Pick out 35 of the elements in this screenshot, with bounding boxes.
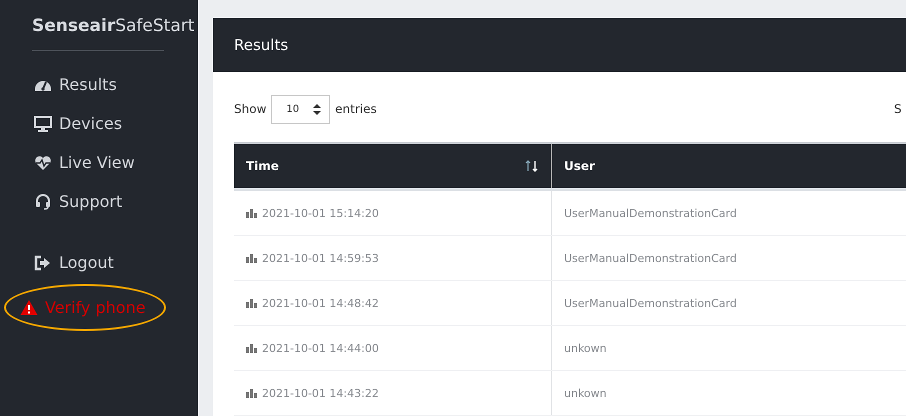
entries-label: entries xyxy=(335,102,377,116)
chart-icon xyxy=(246,208,258,218)
brand-logo: SenseairSafeStart xyxy=(32,16,196,36)
warning-icon xyxy=(20,298,38,316)
page-title: Results xyxy=(234,36,288,54)
nav-item[interactable]: Support xyxy=(24,182,198,221)
logout-icon xyxy=(34,254,52,272)
time-text: 2021-10-01 14:59:53 xyxy=(262,252,379,264)
monitor-icon xyxy=(34,114,52,132)
table-cell: UserManualDemonstrationCard xyxy=(552,190,906,236)
chart-icon xyxy=(246,254,258,262)
table-cell: UserManualDemonstrationCard xyxy=(552,236,906,280)
chart-icon xyxy=(246,388,258,398)
table-cell: UserManualDemonstrationCard xyxy=(552,280,906,326)
nav-item[interactable]: Logout xyxy=(24,243,198,282)
column-header[interactable]: Time xyxy=(234,143,552,190)
time-text: 2021-10-01 15:14:20 xyxy=(262,206,379,220)
chart-icon xyxy=(246,298,258,308)
nav-item[interactable]: Results xyxy=(24,65,198,104)
sort-icon xyxy=(525,160,539,172)
search-label: S xyxy=(894,102,902,116)
time-text: 2021-10-01 14:43:22 xyxy=(262,386,379,400)
entries-select[interactable]: 10 xyxy=(271,94,330,124)
headset-icon xyxy=(34,192,52,210)
column-header[interactable]: User xyxy=(552,143,906,190)
table-cell: unkown xyxy=(552,326,906,370)
time-text: 2021-10-01 14:44:00 xyxy=(262,342,379,354)
nav-item[interactable]: Devices xyxy=(24,104,198,143)
nav-item[interactable]: Live View xyxy=(24,143,198,182)
show-label: Show xyxy=(234,102,266,116)
heart-icon xyxy=(34,154,52,172)
chart-icon xyxy=(246,344,258,352)
spinner-icon xyxy=(313,104,322,114)
table-cell: unkown xyxy=(552,370,906,416)
time-text: 2021-10-01 14:48:42 xyxy=(262,296,379,310)
